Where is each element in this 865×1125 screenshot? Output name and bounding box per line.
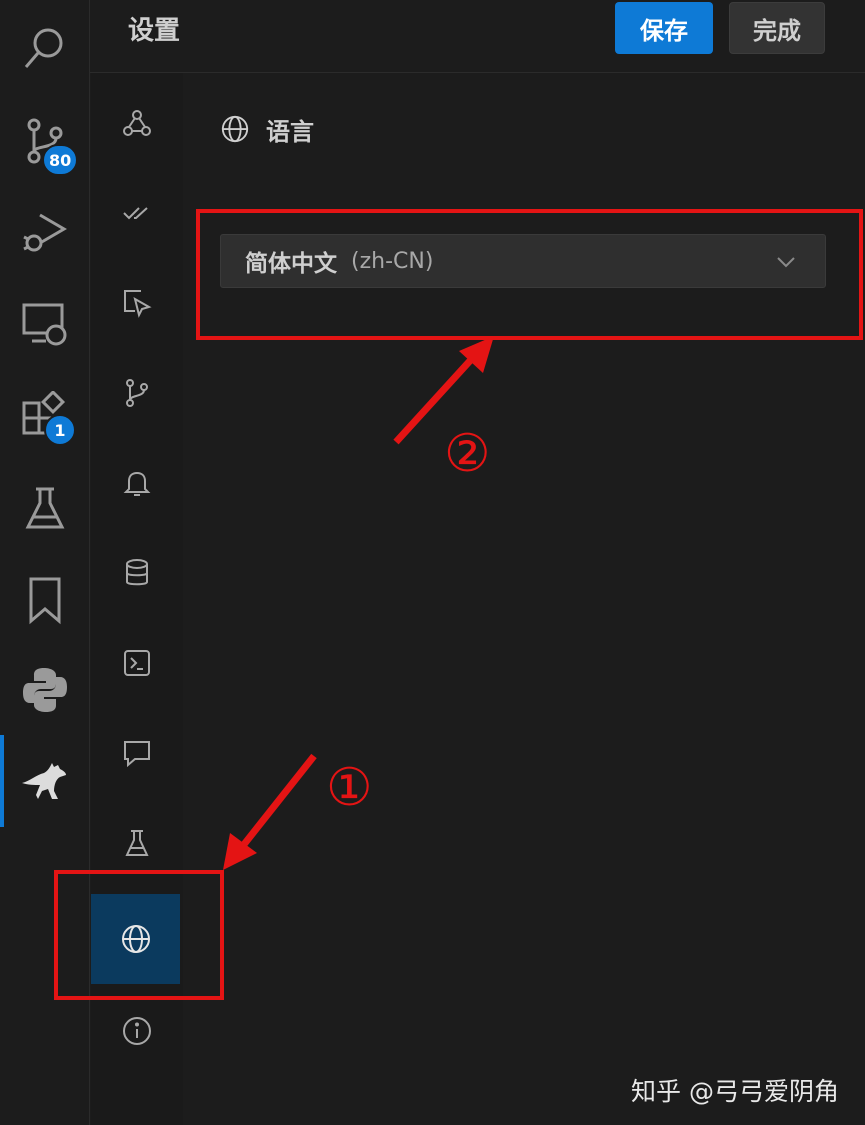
- kangaroo-icon: [22, 763, 66, 799]
- check-all-icon: [123, 207, 148, 220]
- annotation-step-1: ①: [326, 758, 373, 818]
- python-icon: [23, 668, 67, 712]
- done-button[interactable]: 完成: [729, 2, 825, 54]
- testing-flask-icon: [25, 487, 65, 529]
- language-section-header: 语言: [220, 112, 314, 146]
- bell-icon: [123, 471, 151, 496]
- info-icon: [123, 1017, 151, 1045]
- globe-icon: [221, 115, 249, 143]
- select-pointer-icon: [124, 290, 152, 318]
- activity-run-debug[interactable]: [0, 192, 90, 272]
- language-section-title: 语言: [266, 117, 314, 146]
- activity-python[interactable]: [0, 650, 90, 730]
- activity-extensions[interactable]: 1: [0, 376, 90, 456]
- category-database[interactable]: [91, 528, 183, 618]
- category-git-branch[interactable]: [91, 348, 183, 438]
- comment-icon: [124, 741, 150, 768]
- bookmark-icon: [29, 577, 61, 625]
- extensions-badge: 1: [44, 414, 76, 446]
- git-branch-icon: [126, 379, 148, 407]
- annotation-box-dropdown: [196, 209, 863, 340]
- activity-search[interactable]: [0, 8, 90, 88]
- watermark: 知乎 @弓弓爱阴角: [631, 1077, 839, 1106]
- annotation-step-2: ②: [444, 424, 491, 484]
- activity-bookmarks[interactable]: [0, 560, 90, 640]
- page-title: 设置: [128, 16, 181, 46]
- database-icon: [126, 559, 148, 586]
- run-debug-icon: [23, 213, 67, 252]
- terminal-icon: [124, 650, 150, 676]
- search-icon: [24, 28, 63, 68]
- source-control-badge: 80: [42, 144, 79, 176]
- activity-kangaroo[interactable]: [0, 740, 90, 820]
- remote-explorer-icon: [22, 303, 67, 346]
- beaker-icon: [125, 830, 149, 856]
- activity-testing[interactable]: [0, 468, 90, 548]
- category-comments[interactable]: [91, 708, 183, 798]
- webhook-icon: [123, 110, 151, 136]
- active-indicator: [0, 735, 4, 827]
- category-webhook[interactable]: [91, 78, 183, 168]
- header-divider: [90, 72, 865, 73]
- save-button[interactable]: 保存: [615, 2, 713, 54]
- category-check-all[interactable]: [91, 168, 183, 258]
- category-terminal[interactable]: [91, 618, 183, 708]
- annotation-arrow-1: [223, 753, 317, 870]
- activity-source-control[interactable]: 80: [0, 100, 90, 180]
- category-select[interactable]: [91, 258, 183, 348]
- activity-remote-explorer[interactable]: [0, 284, 90, 364]
- annotation-box-globe: [54, 870, 224, 1000]
- category-notifications[interactable]: [91, 438, 183, 528]
